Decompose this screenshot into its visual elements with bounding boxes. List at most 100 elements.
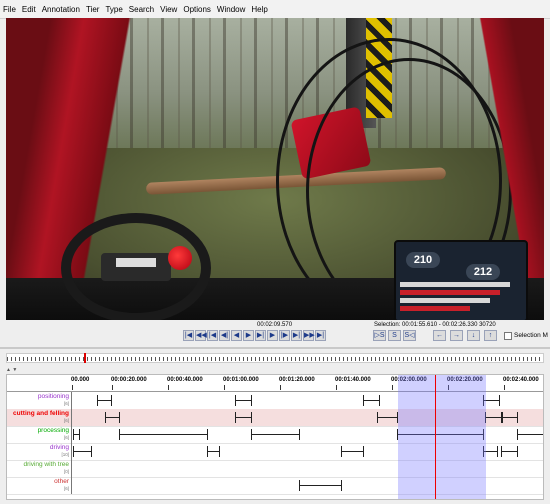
menu-search[interactable]: Search (126, 5, 157, 14)
annotation-end[interactable] (111, 395, 112, 406)
annotation-end[interactable] (363, 446, 364, 457)
annotation-start[interactable] (207, 446, 208, 457)
annotation-segment[interactable] (235, 400, 251, 401)
annotation-start[interactable] (501, 446, 502, 457)
annotation-segment[interactable] (299, 485, 341, 486)
clear-selection-button[interactable]: S (388, 330, 401, 341)
down-arrow-button[interactable]: ↓ (467, 330, 480, 341)
annotation-start[interactable] (97, 395, 98, 406)
annotation-start[interactable] (119, 429, 120, 440)
tier-axis (71, 392, 72, 409)
next-frame-button[interactable]: ▶| (291, 330, 302, 341)
annotation-segment[interactable] (73, 451, 91, 452)
annotation-segment[interactable] (207, 451, 219, 452)
prev-step-button[interactable]: ◀ (231, 330, 242, 341)
annotation-segment[interactable] (119, 434, 207, 435)
annotation-segment[interactable] (251, 434, 299, 435)
annotation-start[interactable] (363, 395, 364, 406)
annotation-end[interactable] (517, 412, 518, 423)
selection-readout: Selection: 00:01:55.610 - 00:02:26.330 3… (374, 322, 496, 328)
menu-type[interactable]: Type (102, 5, 125, 14)
annotation-segment[interactable] (517, 434, 543, 435)
next-second-button[interactable]: ▶▶ (303, 330, 315, 341)
prev-ms-button[interactable]: ◀| (219, 330, 230, 341)
annotation-start[interactable] (73, 429, 74, 440)
annotation-start[interactable] (251, 429, 252, 440)
annotation-segment[interactable] (105, 417, 119, 418)
video-viewer[interactable]: 210 212 (6, 18, 544, 320)
annotation-end[interactable] (219, 446, 220, 457)
menu-view[interactable]: View (157, 5, 180, 14)
annotation-start[interactable] (299, 480, 300, 491)
ruler-tick (72, 385, 73, 390)
annotation-end[interactable] (497, 446, 498, 457)
next-ms-button[interactable]: |▶ (279, 330, 290, 341)
ruler-tick (224, 385, 225, 390)
annotation-end[interactable] (299, 429, 300, 440)
annotation-segment[interactable] (235, 417, 251, 418)
go-to-begin-button[interactable]: |◀ (183, 330, 194, 341)
annotation-end[interactable] (251, 412, 252, 423)
tier-label[interactable]: other [6] (7, 477, 71, 494)
annotation-segment[interactable] (341, 451, 363, 452)
annotation-start[interactable] (235, 412, 236, 423)
annotation-end[interactable] (79, 429, 80, 440)
annotation-start[interactable] (73, 446, 74, 457)
annotation-end[interactable] (251, 395, 252, 406)
annotation-start[interactable] (517, 429, 518, 440)
timeline-overview[interactable] (6, 353, 544, 363)
display-bar (400, 298, 490, 303)
tier-count: [10] (61, 452, 69, 457)
menu-options[interactable]: Options (180, 5, 214, 14)
menu-file[interactable]: File (0, 5, 19, 14)
selection-region[interactable] (398, 375, 486, 499)
tier-label[interactable]: cutting and felling [6] (7, 409, 71, 426)
menu-edit[interactable]: Edit (19, 5, 39, 14)
annotation-end[interactable] (517, 446, 518, 457)
tier-label[interactable]: processing [6] (7, 426, 71, 443)
ruler-tick-label: 00.000 (71, 377, 90, 383)
play-button[interactable]: ▶ (243, 330, 254, 341)
menu-window[interactable]: Window (214, 5, 248, 14)
selection-mode-checkbox[interactable] (504, 332, 512, 340)
annotation-end[interactable] (341, 480, 342, 491)
up-arrow-button[interactable]: ↑ (484, 330, 497, 341)
annotation-end[interactable] (119, 412, 120, 423)
play-selection-button[interactable]: ▶| (255, 330, 266, 341)
prev-frame-button[interactable]: |◀ (207, 330, 218, 341)
timeline-viewer[interactable]: 00.000 00:00:20.000 00:00:40.000 00:01:00.0… (6, 374, 544, 500)
menu-annotation[interactable]: Annotation (39, 5, 83, 14)
annotation-start[interactable] (501, 412, 502, 423)
right-arrow-button[interactable]: → (450, 330, 463, 341)
selection-end-button[interactable]: S◁ (403, 330, 416, 341)
annotation-segment[interactable] (97, 400, 111, 401)
annotation-start[interactable] (105, 412, 106, 423)
ruler-tick (504, 385, 505, 390)
annotation-end[interactable] (91, 446, 92, 457)
annotation-segment[interactable] (485, 417, 502, 418)
annotation-start[interactable] (341, 446, 342, 457)
prev-second-button[interactable]: ◀◀ (195, 330, 207, 341)
tier-label[interactable]: driving with tree [0] (7, 460, 71, 477)
annotation-segment[interactable] (363, 400, 379, 401)
annotation-segment[interactable] (501, 451, 517, 452)
annotation-end[interactable] (379, 395, 380, 406)
annotation-segment[interactable] (501, 417, 517, 418)
next-step-button[interactable]: ▶ (267, 330, 278, 341)
menu-tier[interactable]: Tier (83, 5, 102, 14)
left-arrow-button[interactable]: ← (433, 330, 446, 341)
selection-begin-button[interactable]: ▷S (373, 330, 386, 341)
crosshair-cursor[interactable] (435, 375, 436, 499)
annotation-start[interactable] (235, 395, 236, 406)
annotation-start[interactable] (377, 412, 378, 423)
ruler-tick (280, 385, 281, 390)
annotation-end[interactable] (499, 395, 500, 406)
menu-help[interactable]: Help (248, 5, 270, 14)
annotation-end[interactable] (207, 429, 208, 440)
machine-display: 210 212 (394, 240, 528, 320)
go-to-end-button[interactable]: ▶| (315, 330, 326, 341)
tier-label[interactable]: positioning [6] (7, 392, 71, 409)
tier-label[interactable]: driving [10] (7, 443, 71, 460)
annotation-segment[interactable] (377, 417, 397, 418)
tier-axis (71, 443, 72, 460)
